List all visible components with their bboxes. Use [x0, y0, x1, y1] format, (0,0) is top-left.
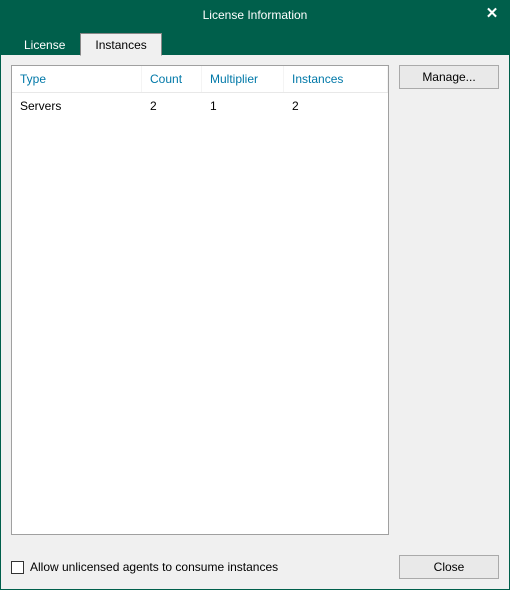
cell-instances: 2	[284, 97, 388, 115]
column-header-instances[interactable]: Instances	[284, 66, 388, 92]
cell-count: 2	[142, 97, 202, 115]
close-icon[interactable]: ✕	[483, 5, 501, 23]
content-area: Type Count Multiplier Instances Servers …	[1, 55, 509, 545]
checkbox-label: Allow unlicensed agents to consume insta…	[30, 560, 278, 574]
column-header-multiplier[interactable]: Multiplier	[202, 66, 284, 92]
titlebar: License Information ✕	[1, 1, 509, 29]
column-header-count[interactable]: Count	[142, 66, 202, 92]
manage-button[interactable]: Manage...	[399, 65, 499, 89]
allow-unlicensed-checkbox[interactable]: Allow unlicensed agents to consume insta…	[11, 560, 278, 574]
table-header-row: Type Count Multiplier Instances	[12, 66, 388, 93]
footer: Allow unlicensed agents to consume insta…	[1, 545, 509, 589]
license-info-window: License Information ✕ License Instances …	[0, 0, 510, 590]
side-button-panel: Manage...	[399, 65, 499, 535]
window-title: License Information	[203, 8, 308, 22]
table-row[interactable]: Servers 2 1 2	[12, 93, 388, 119]
cell-type: Servers	[12, 97, 142, 115]
tab-label: License	[24, 38, 65, 52]
instances-table: Type Count Multiplier Instances Servers …	[11, 65, 389, 535]
tab-instances[interactable]: Instances	[80, 33, 161, 56]
cell-multiplier: 1	[202, 97, 284, 115]
checkbox-box	[11, 561, 24, 574]
tabstrip: License Instances	[1, 29, 509, 55]
tab-label: Instances	[95, 38, 146, 52]
column-header-type[interactable]: Type	[12, 66, 142, 92]
tab-license[interactable]: License	[9, 33, 80, 56]
close-button[interactable]: Close	[399, 555, 499, 579]
